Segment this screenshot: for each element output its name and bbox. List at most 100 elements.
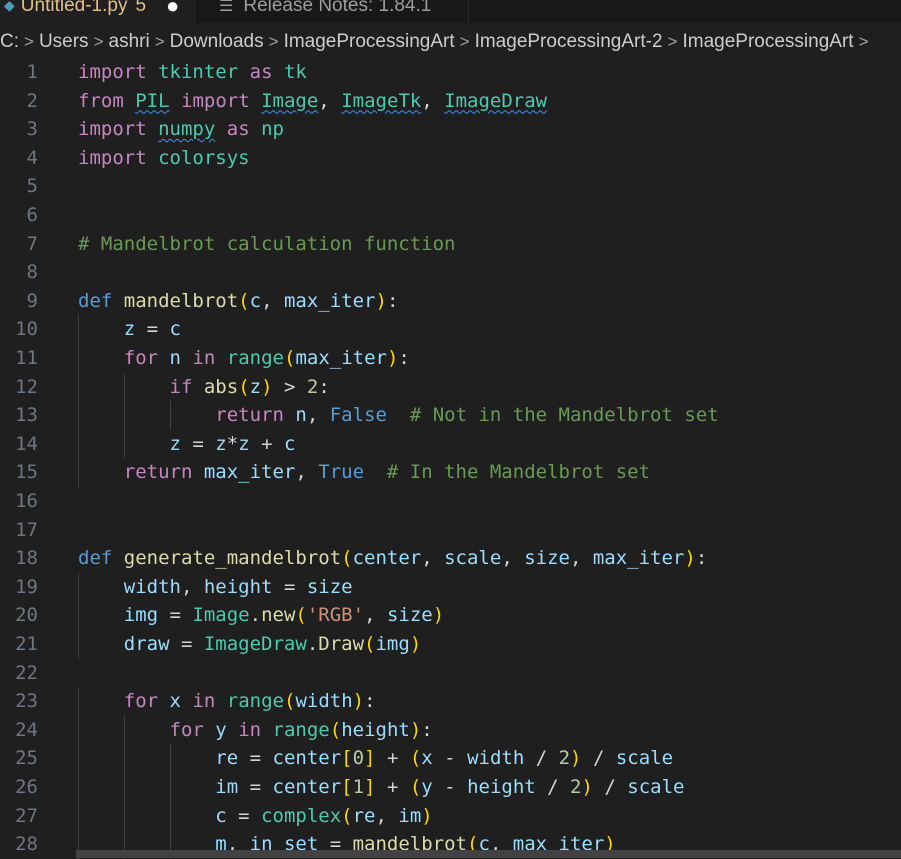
code-token: # In the Mandelbrot set [386,461,651,484]
code-line[interactable]: 12 if abs(z) > 2: [0,372,901,402]
code-line[interactable]: 7 # Mandelbrot calculation function [0,230,901,259]
code-token: PIL [135,89,170,112]
indent-guide [78,315,79,344]
breadcrumb-item[interactable]: ImageProcessingArt [682,31,853,53]
code-token: ) [352,690,365,713]
code-text: c = complex(re, im) [78,802,433,831]
code-text: from PIL import Image, ImageTk, ImageDra… [78,87,547,116]
breadcrumb-item[interactable]: ImageProcessingArt-2 [475,31,663,53]
code-line[interactable]: 27 c = complex(re, im) [0,801,901,831]
code-token: scale [615,747,674,770]
code-token: [ [341,776,353,798]
code-token: ) [581,776,593,798]
code-text: img = Image.new('RGB', size) [78,601,444,630]
tab-untitled-1[interactable]: ◆ Untitled-1.py 5 ● [0,0,193,23]
code-token: = [226,804,262,827]
code-token: . [249,604,262,627]
code-line[interactable]: 26 im = center[1] + (y - height / 2) / s… [0,773,901,802]
code-token: 2 [306,375,319,398]
code-line[interactable]: 11 for n in range(max_iter): [0,344,901,373]
line-number: 7 [26,232,38,255]
indent-guide [169,773,171,802]
code-token: c [249,289,262,312]
code-line[interactable]: 17 [0,516,901,545]
code-line[interactable]: 4 import colorsys [0,144,901,173]
line-number: 17 [15,518,38,541]
unsaved-dot-icon[interactable]: ● [166,0,179,16]
code-line[interactable]: 13 return n, False # Not in the Mandelbr… [0,401,901,430]
code-line[interactable]: 9 def mandelbrot(c, max_iter): [0,287,901,316]
line-number: 22 [15,661,38,684]
chevron-right-icon: > [268,32,279,51]
code-text: width, height = size [78,573,353,602]
code-line[interactable]: 8 [0,258,901,287]
code-editor[interactable]: 1 import tkinter as tk 2 from PIL import Im… [0,58,901,859]
code-token: , [421,547,445,570]
breadcrumb-item[interactable]: ashri [109,31,150,53]
chevron-right-icon: > [24,32,34,51]
code-token: size [306,575,353,598]
breadcrumb: C: > Users > ashri > Downloads > ImageProcessing… [0,27,901,57]
code-line[interactable]: 23 for x in range(width): [0,687,901,716]
code-line[interactable]: 6 [0,201,901,230]
code-line[interactable]: 3 import numpy as np [0,115,901,144]
code-token: width [467,747,525,770]
code-token: Image [192,604,250,627]
code-line[interactable]: 21 draw = ImageDraw.Draw(img) [0,630,901,659]
code-line[interactable]: 20 img = Image.new('RGB', size) [0,601,901,630]
code-text: def mandelbrot(c, max_iter): [78,287,398,316]
code-line[interactable]: 1 import tkinter as tk [0,58,901,87]
breadcrumb-item[interactable]: ImageProcessingArt [284,31,455,53]
line-number: 14 [15,432,38,455]
code-line[interactable]: 16 [0,487,901,516]
code-line[interactable]: 25 re = center[0] + (x - width / 2) / sc… [0,744,901,773]
code-token: / [592,776,628,798]
code-token: Image [261,89,319,112]
code-token: if [169,375,193,398]
code-token: ) [261,375,273,398]
code-token: height [203,575,273,598]
code-line[interactable]: 15 return max_iter, True # In the Mandel… [0,458,901,487]
python-file-icon: ◆ [4,0,15,13]
breadcrumb-item[interactable]: Users [39,31,89,53]
indent-guide [78,344,79,373]
breadcrumb-item[interactable]: Downloads [170,31,264,53]
code-line[interactable]: 5 [0,172,901,201]
code-line[interactable]: 18 def generate_mandelbrot(center, scale,… [0,544,901,573]
line-number: 13 [15,404,38,427]
code-line[interactable]: 14 z = z*z + c [0,429,901,459]
code-line[interactable]: 22 [0,659,901,688]
code-token: c [215,804,227,827]
tab-release-notes[interactable]: ☰ Release Notes: 1.84.1 [194,0,469,23]
code-line[interactable]: 10 z = c [0,315,901,344]
code-line[interactable]: 19 width, height = size [0,572,901,602]
code-token: z [215,432,227,455]
breadcrumb-item[interactable]: C: [0,31,19,53]
horizontal-scrollbar[interactable] [76,850,901,858]
code-token: ) [421,804,433,827]
code-text: z = c [78,315,181,344]
code-token: ( [295,604,307,627]
line-number: 24 [15,718,38,741]
code-token: ] [364,747,376,770]
code-token: # Not in the Mandelbrot set [409,404,719,427]
code-token: max_iter [592,547,685,570]
code-token: re [352,804,376,827]
code-token: : [318,375,330,398]
code-token: img [375,633,410,655]
code-text: draw = ImageDraw.Draw(img) [78,630,422,659]
chevron-right-icon: > [459,32,470,51]
code-token: = [169,633,204,655]
code-line[interactable]: 24 for y in range(height): [0,715,901,745]
code-line[interactable]: 2 from PIL import Image, ImageTk, ImageDr… [0,87,901,116]
code-token: in [238,718,262,741]
code-token: ] [364,776,376,798]
